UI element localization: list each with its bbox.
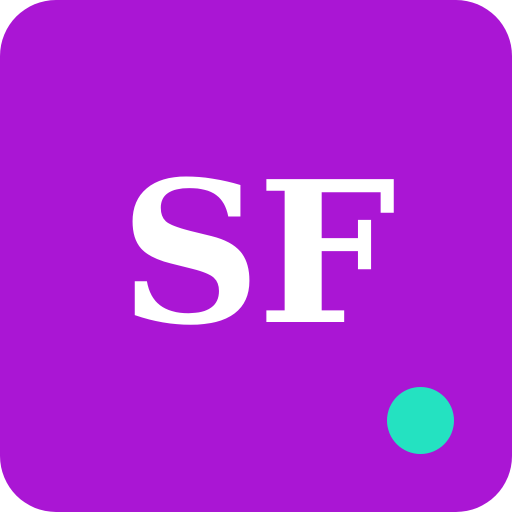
status-dot-icon (387, 387, 454, 454)
app-icon[interactable]: SF (0, 0, 512, 512)
logo-monogram: SF (119, 139, 397, 369)
